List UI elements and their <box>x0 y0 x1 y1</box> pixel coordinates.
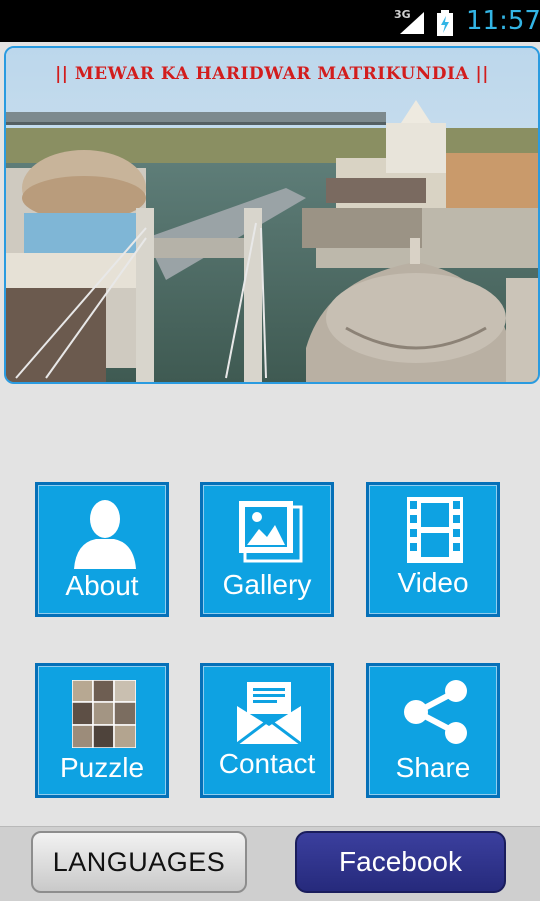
puzzle-tile-button[interactable]: Puzzle <box>35 663 169 798</box>
battery-charging-icon <box>437 10 453 36</box>
video-tile-button[interactable]: Video <box>366 482 500 617</box>
status-bar: 3G 11:57 <box>0 0 540 42</box>
video-label: Video <box>397 567 469 598</box>
share-tile-button[interactable]: Share <box>366 663 500 798</box>
share-label: Share <box>395 752 471 783</box>
gallery-tile-button[interactable]: Gallery <box>200 482 334 617</box>
share-icon <box>404 680 467 744</box>
puzzle-label: Puzzle <box>59 752 145 783</box>
gallery-label: Gallery <box>222 569 312 600</box>
signal-icon <box>400 12 424 34</box>
banner-image[interactable]: || MEWAR KA HARIDWAR MATRIKUNDIA || <box>4 46 540 384</box>
temple-photo <box>6 48 538 382</box>
clock: 11:57 <box>466 6 540 36</box>
languages-button[interactable]: LANGUAGES <box>31 831 247 893</box>
contact-label: Contact <box>218 748 316 779</box>
gallery-icon <box>239 501 303 563</box>
envelope-icon <box>237 682 301 744</box>
film-icon <box>407 497 463 563</box>
puzzle-icon <box>72 680 136 748</box>
contact-tile-button[interactable]: Contact <box>200 663 334 798</box>
about-tile-button[interactable]: About <box>35 482 169 617</box>
person-icon <box>74 500 136 569</box>
facebook-button[interactable]: Facebook <box>295 831 506 893</box>
banner-title: || MEWAR KA HARIDWAR MATRIKUNDIA || <box>55 64 489 84</box>
about-label: About <box>65 570 139 601</box>
